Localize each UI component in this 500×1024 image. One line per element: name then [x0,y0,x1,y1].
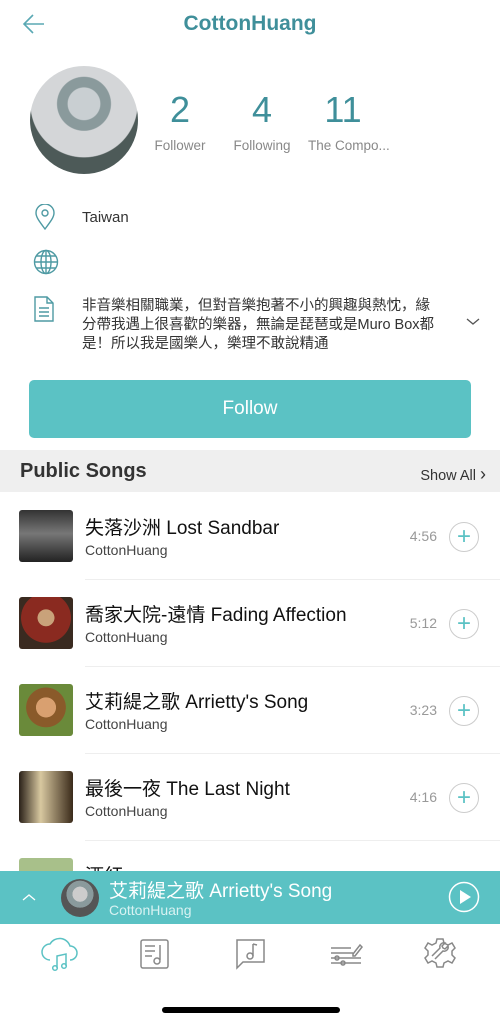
globe-icon [33,249,59,275]
stat-follower[interactable]: 2 Follower [145,88,215,153]
settings-tools-icon[interactable] [420,934,460,974]
mini-player[interactable]: 艾莉緹之歌 Arrietty's Song CottonHuang [0,871,500,924]
avatar [30,66,138,174]
chevron-right-icon: › [480,464,486,484]
location-pin-icon [35,204,55,230]
location-text: Taiwan [82,209,129,226]
show-all-link[interactable]: Show All › [420,464,486,485]
add-icon[interactable]: + [449,609,479,639]
chevron-down-icon[interactable] [466,318,480,326]
now-playing-avatar [61,879,99,917]
add-icon[interactable]: + [449,522,479,552]
stat-following[interactable]: 4 Following [227,88,297,153]
chevron-up-icon[interactable] [22,893,36,901]
song-thumbnail [19,597,73,649]
now-playing-artist: CottonHuang [109,902,192,918]
home-indicator [162,1007,340,1013]
song-row[interactable]: 最後一夜 The Last Night CottonHuang 4:16 + [0,754,500,841]
composer-edit-icon[interactable] [325,934,365,974]
music-message-icon[interactable] [230,934,270,974]
bio-text: 非音樂相關職業，但對音樂抱著不小的興趣與熱忱，緣分帶我遇上很喜歡的樂器，無論是琵… [82,298,435,352]
song-row[interactable]: 喬家大院-遠情 Fading Affection CottonHuang 5:12 + [0,580,500,667]
song-thumbnail [19,510,73,562]
follow-button[interactable]: Follow [29,380,471,438]
add-icon[interactable]: + [449,783,479,813]
song-row[interactable]: 艾莉緹之歌 Arrietty's Song CottonHuang 3:23 + [0,667,500,754]
play-icon[interactable] [448,881,480,913]
stat-compositions[interactable]: 11 The Compo... [308,88,390,153]
public-songs-header: Public Songs Show All › [0,450,500,492]
song-thumbnail [19,684,73,736]
song-thumbnail [19,771,73,823]
now-playing-title: 艾莉緹之歌 Arrietty's Song [109,881,333,902]
section-title: Public Songs [20,460,147,482]
document-icon [34,296,54,322]
page-title: CottonHuang [183,12,317,35]
cloud-music-icon[interactable] [40,934,80,974]
song-row[interactable]: 失落沙洲 Lost Sandbar CottonHuang 4:56 + [0,493,500,580]
music-sheet-icon[interactable] [134,934,174,974]
add-icon[interactable]: + [449,696,479,726]
